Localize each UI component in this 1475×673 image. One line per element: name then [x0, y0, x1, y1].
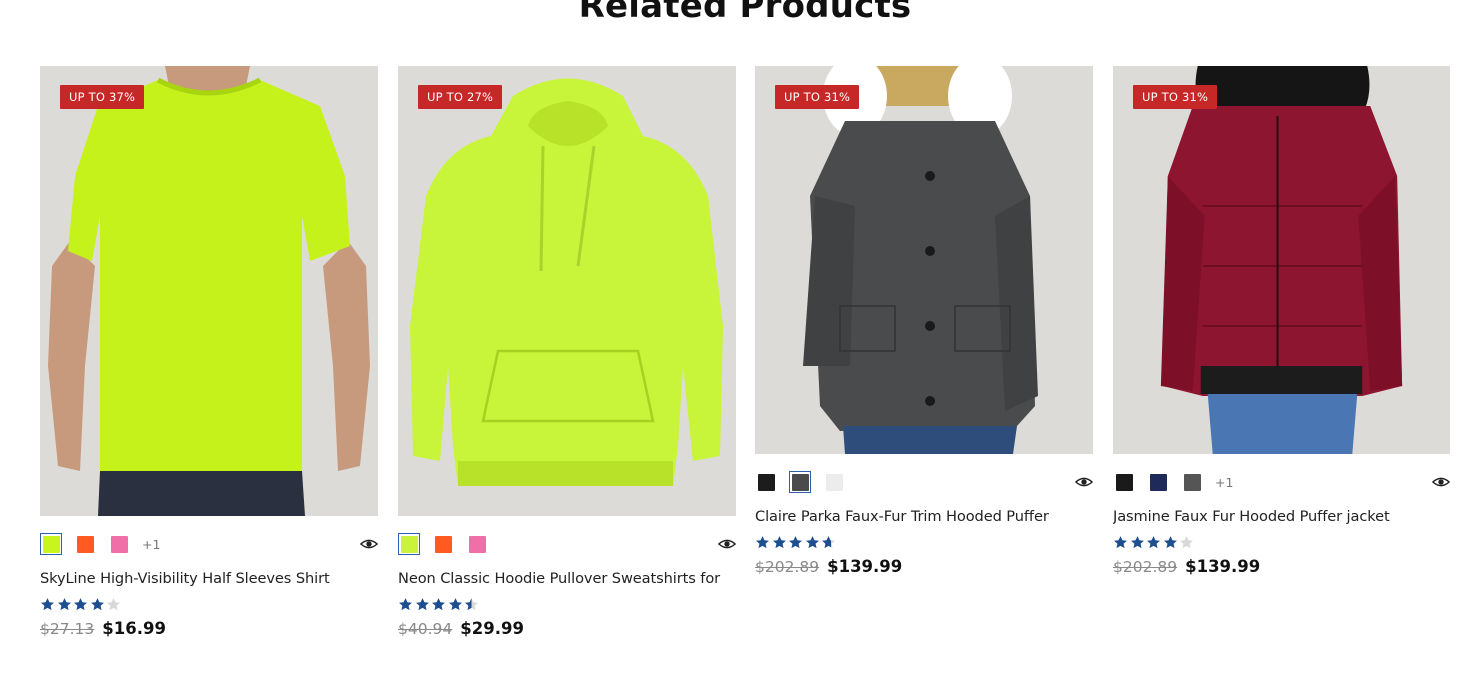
- star-icon: [756, 535, 769, 548]
- more-colors-link[interactable]: +1: [142, 537, 160, 552]
- star-icon: [1180, 535, 1193, 548]
- star-icon: [789, 535, 802, 548]
- color-swatch[interactable]: [432, 533, 454, 555]
- color-swatch[interactable]: [108, 533, 130, 555]
- star-icon: [805, 535, 819, 548]
- discount-badge: UP TO 31%: [775, 85, 860, 109]
- original-price: $202.89: [755, 558, 820, 576]
- product-name[interactable]: Neon Classic Hoodie Pullover Sweatshirts…: [398, 570, 736, 587]
- original-price: $40.94: [398, 620, 453, 638]
- quick-view-eye-icon[interactable]: [1075, 473, 1093, 491]
- color-swatch[interactable]: [755, 471, 777, 493]
- color-swatch[interactable]: [1113, 471, 1135, 493]
- color-swatch[interactable]: [74, 533, 96, 555]
- product-card[interactable]: UP TO 31% Claire Parka Faux-Fur Trim Hoo…: [755, 66, 1093, 576]
- star-icon: [57, 597, 71, 610]
- product-card[interactable]: UP TO 37% +1 SkyLine High-Visibility Hal…: [40, 66, 378, 638]
- sale-price: $139.99: [827, 557, 903, 576]
- star-rating: [1113, 534, 1450, 550]
- hoodie-image: [398, 66, 736, 516]
- star-icon: [772, 535, 786, 548]
- discount-badge: UP TO 31%: [1133, 85, 1218, 109]
- product-card[interactable]: UP TO 27% Neon Classic Hoodie Pullover S…: [398, 66, 736, 638]
- product-image[interactable]: UP TO 31%: [755, 66, 1093, 454]
- color-swatch[interactable]: [1181, 471, 1203, 493]
- sale-price: $16.99: [102, 619, 166, 638]
- sale-price: $29.99: [460, 619, 524, 638]
- section-title: Related Products: [578, 0, 912, 26]
- star-icon: [432, 597, 445, 610]
- star-icon: [399, 597, 412, 610]
- star-icon: [415, 597, 429, 610]
- star-icon: [465, 597, 478, 610]
- price-row: $202.89 $139.99: [1113, 557, 1450, 576]
- puffer-jacket-image: [1113, 66, 1450, 454]
- star-icon: [1130, 535, 1144, 548]
- product-image[interactable]: UP TO 27%: [398, 66, 736, 516]
- star-icon: [41, 597, 54, 610]
- tshirt-image: [40, 66, 378, 516]
- star-icon: [1114, 535, 1127, 548]
- quick-view-eye-icon[interactable]: [1432, 473, 1450, 491]
- product-image[interactable]: UP TO 31%: [1113, 66, 1450, 454]
- color-swatch[interactable]: [789, 471, 811, 493]
- color-swatches: [755, 470, 1093, 494]
- product-name[interactable]: Claire Parka Faux-Fur Trim Hooded Puffer: [755, 508, 1093, 525]
- color-swatch[interactable]: [466, 533, 488, 555]
- original-price: $202.89: [1113, 558, 1178, 576]
- discount-badge: UP TO 27%: [418, 85, 503, 109]
- color-swatches: +1: [40, 532, 378, 556]
- discount-badge: UP TO 37%: [60, 85, 145, 109]
- color-swatch[interactable]: [40, 533, 62, 555]
- star-icon: [822, 535, 835, 548]
- product-image[interactable]: UP TO 37%: [40, 66, 378, 516]
- color-swatch[interactable]: [1147, 471, 1169, 493]
- color-swatch[interactable]: [398, 533, 420, 555]
- quick-view-eye-icon[interactable]: [718, 535, 736, 553]
- star-rating: [755, 534, 1093, 550]
- star-icon: [448, 597, 462, 610]
- more-colors-link[interactable]: +1: [1215, 475, 1233, 490]
- parka-image: [755, 66, 1093, 454]
- product-name[interactable]: Jasmine Faux Fur Hooded Puffer jacket: [1113, 508, 1450, 525]
- original-price: $27.13: [40, 620, 95, 638]
- price-row: $202.89 $139.99: [755, 557, 1093, 576]
- star-icon: [1147, 535, 1160, 548]
- star-rating: [398, 596, 736, 612]
- quick-view-eye-icon[interactable]: [360, 535, 378, 553]
- price-row: $40.94 $29.99: [398, 619, 736, 638]
- sale-price: $139.99: [1185, 557, 1261, 576]
- star-icon: [74, 597, 87, 610]
- product-name[interactable]: SkyLine High-Visibility Half Sleeves Shi…: [40, 570, 378, 587]
- star-icon: [90, 597, 104, 610]
- product-card[interactable]: UP TO 31% +1 Jasmine Faux Fur Hooded Puf…: [1113, 66, 1450, 576]
- color-swatches: +1: [1113, 470, 1450, 494]
- color-swatches: [398, 532, 736, 556]
- price-row: $27.13 $16.99: [40, 619, 378, 638]
- star-rating: [40, 596, 378, 612]
- star-icon: [107, 597, 120, 610]
- color-swatch[interactable]: [823, 471, 845, 493]
- star-icon: [1163, 535, 1177, 548]
